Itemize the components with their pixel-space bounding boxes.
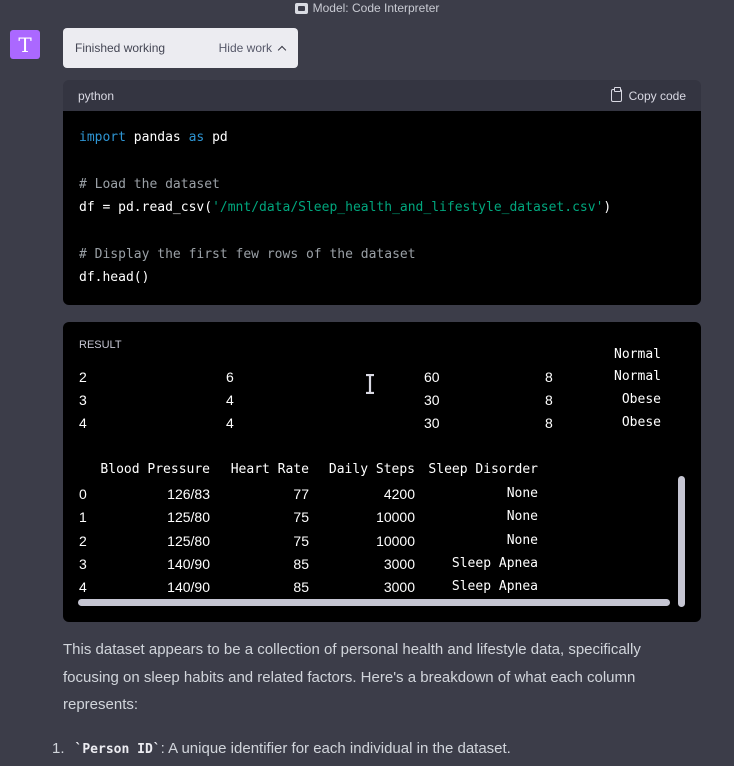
row-index: 0: [79, 486, 87, 502]
table-cell: 4: [226, 415, 234, 431]
table-cell: 77: [293, 486, 309, 502]
hide-work-button[interactable]: Hide work: [218, 41, 287, 55]
copy-code-button[interactable]: Copy code: [610, 87, 686, 103]
row-index: 4: [79, 579, 87, 595]
code-token: # Load the dataset: [79, 177, 220, 192]
table-cell: 4: [226, 392, 234, 408]
chat-page: Model: Code Interpreter T Finished worki…: [0, 0, 734, 766]
row-index: 3: [79, 392, 87, 408]
code-line: # Display the first few rows of the data…: [79, 247, 416, 262]
table-cell: 125/80: [167, 533, 210, 549]
code-token: pandas: [125, 130, 189, 145]
clipped-row: Normal: [63, 322, 701, 358]
table-cell: 140/90: [167, 556, 210, 572]
code-token: df.head(): [79, 270, 150, 285]
horizontal-scrollbar[interactable]: [78, 599, 670, 606]
vertical-scrollbar[interactable]: [678, 476, 685, 607]
table-cell: 8: [545, 415, 553, 431]
table-cell: Sleep Apnea: [451, 556, 538, 571]
row-index: 1: [79, 509, 87, 525]
model-plugin-icon: [294, 2, 308, 14]
table-cell: Normal: [614, 369, 661, 384]
table-cell: 10000: [376, 533, 415, 549]
table-cell: 3000: [383, 556, 415, 572]
table-cell: Sleep Apnea: [451, 579, 538, 594]
table-cell: 30: [424, 392, 440, 408]
table-cell: 30: [424, 415, 440, 431]
table-cell: 8: [545, 392, 553, 408]
chevron-up-icon: [277, 45, 287, 55]
table-cell: 3000: [383, 579, 415, 595]
copy-code-label: Copy code: [628, 88, 686, 103]
table-cell: None: [506, 533, 538, 548]
code-line: df.head(): [79, 270, 149, 285]
list-number: 1.: [52, 740, 65, 757]
user-avatar: T: [10, 30, 40, 59]
table-cell: None: [506, 486, 538, 501]
code-block-body[interactable]: import pandas as pd # Load the dataset df …: [63, 111, 701, 305]
code-token: ): [603, 200, 612, 215]
row-index: 2: [79, 369, 87, 385]
clipboard-icon: [610, 87, 622, 102]
text-cursor-icon: [366, 374, 374, 394]
column-header: Daily Steps: [328, 462, 415, 477]
code-line: df = pd.read_csv('/mnt/data/Sleep_health…: [79, 200, 611, 215]
table-cell: 6: [226, 369, 234, 385]
model-bar: Model: Code Interpreter: [0, 0, 734, 16]
table-cell: 125/80: [167, 509, 210, 525]
table-cell: 75: [293, 533, 309, 549]
table-cell: Obese: [621, 392, 661, 407]
table-cell: 75: [293, 509, 309, 525]
column-header: Blood Pressure: [100, 462, 210, 477]
list-text: : A unique identifier for each individua…: [160, 740, 511, 757]
column-header: Heart Rate: [230, 462, 309, 477]
table-cell: 85: [293, 556, 309, 572]
table-cell: 10000: [376, 509, 415, 525]
table-cell: 85: [293, 579, 309, 595]
code-token: df = pd.read_csv(: [79, 200, 213, 215]
column-header: Sleep Disorder: [428, 462, 538, 477]
code-token: # Display the first few rows of the data…: [79, 247, 416, 262]
code-line: # Load the dataset: [79, 177, 220, 192]
row-index: 4: [79, 415, 87, 431]
table-cell: 60: [424, 369, 440, 385]
code-block-header: python Copy code: [63, 80, 701, 111]
list-item: 1. `Person ID`: A unique identifier for …: [52, 740, 511, 757]
code-token: '/mnt/data/Sleep_health_and_lifestyle_da…: [212, 200, 604, 215]
hide-work-label: Hide work: [218, 41, 272, 55]
table-cell: Normal: [614, 347, 661, 358]
row-index: 3: [79, 556, 87, 572]
code-token: as: [188, 130, 205, 145]
table-cell: None: [506, 509, 538, 524]
row-index: 2: [79, 533, 87, 549]
code-token: import: [79, 130, 126, 145]
code-token: pd: [204, 130, 228, 145]
table-cell: Obese: [621, 415, 661, 430]
explanation-paragraph: This dataset appears to be a collection …: [63, 641, 641, 713]
result-output[interactable]: RESULT Normal 2 6 60 8 Normal 3 4 30 8 Obese 4 4 30 8 O…: [63, 322, 701, 622]
status-label: Finished working: [75, 41, 166, 55]
model-label: Model: Code Interpreter: [312, 1, 440, 15]
inline-code: `Person ID`: [74, 742, 161, 757]
work-status-pill: Finished working Hide work: [63, 28, 298, 68]
code-language: python: [78, 88, 115, 103]
code-line: import pandas as pd: [79, 130, 228, 145]
table-cell: 8: [545, 369, 553, 385]
table-cell: 126/83: [167, 486, 210, 502]
table-cell: 140/90: [167, 579, 210, 595]
table-cell: 4200: [383, 486, 415, 502]
